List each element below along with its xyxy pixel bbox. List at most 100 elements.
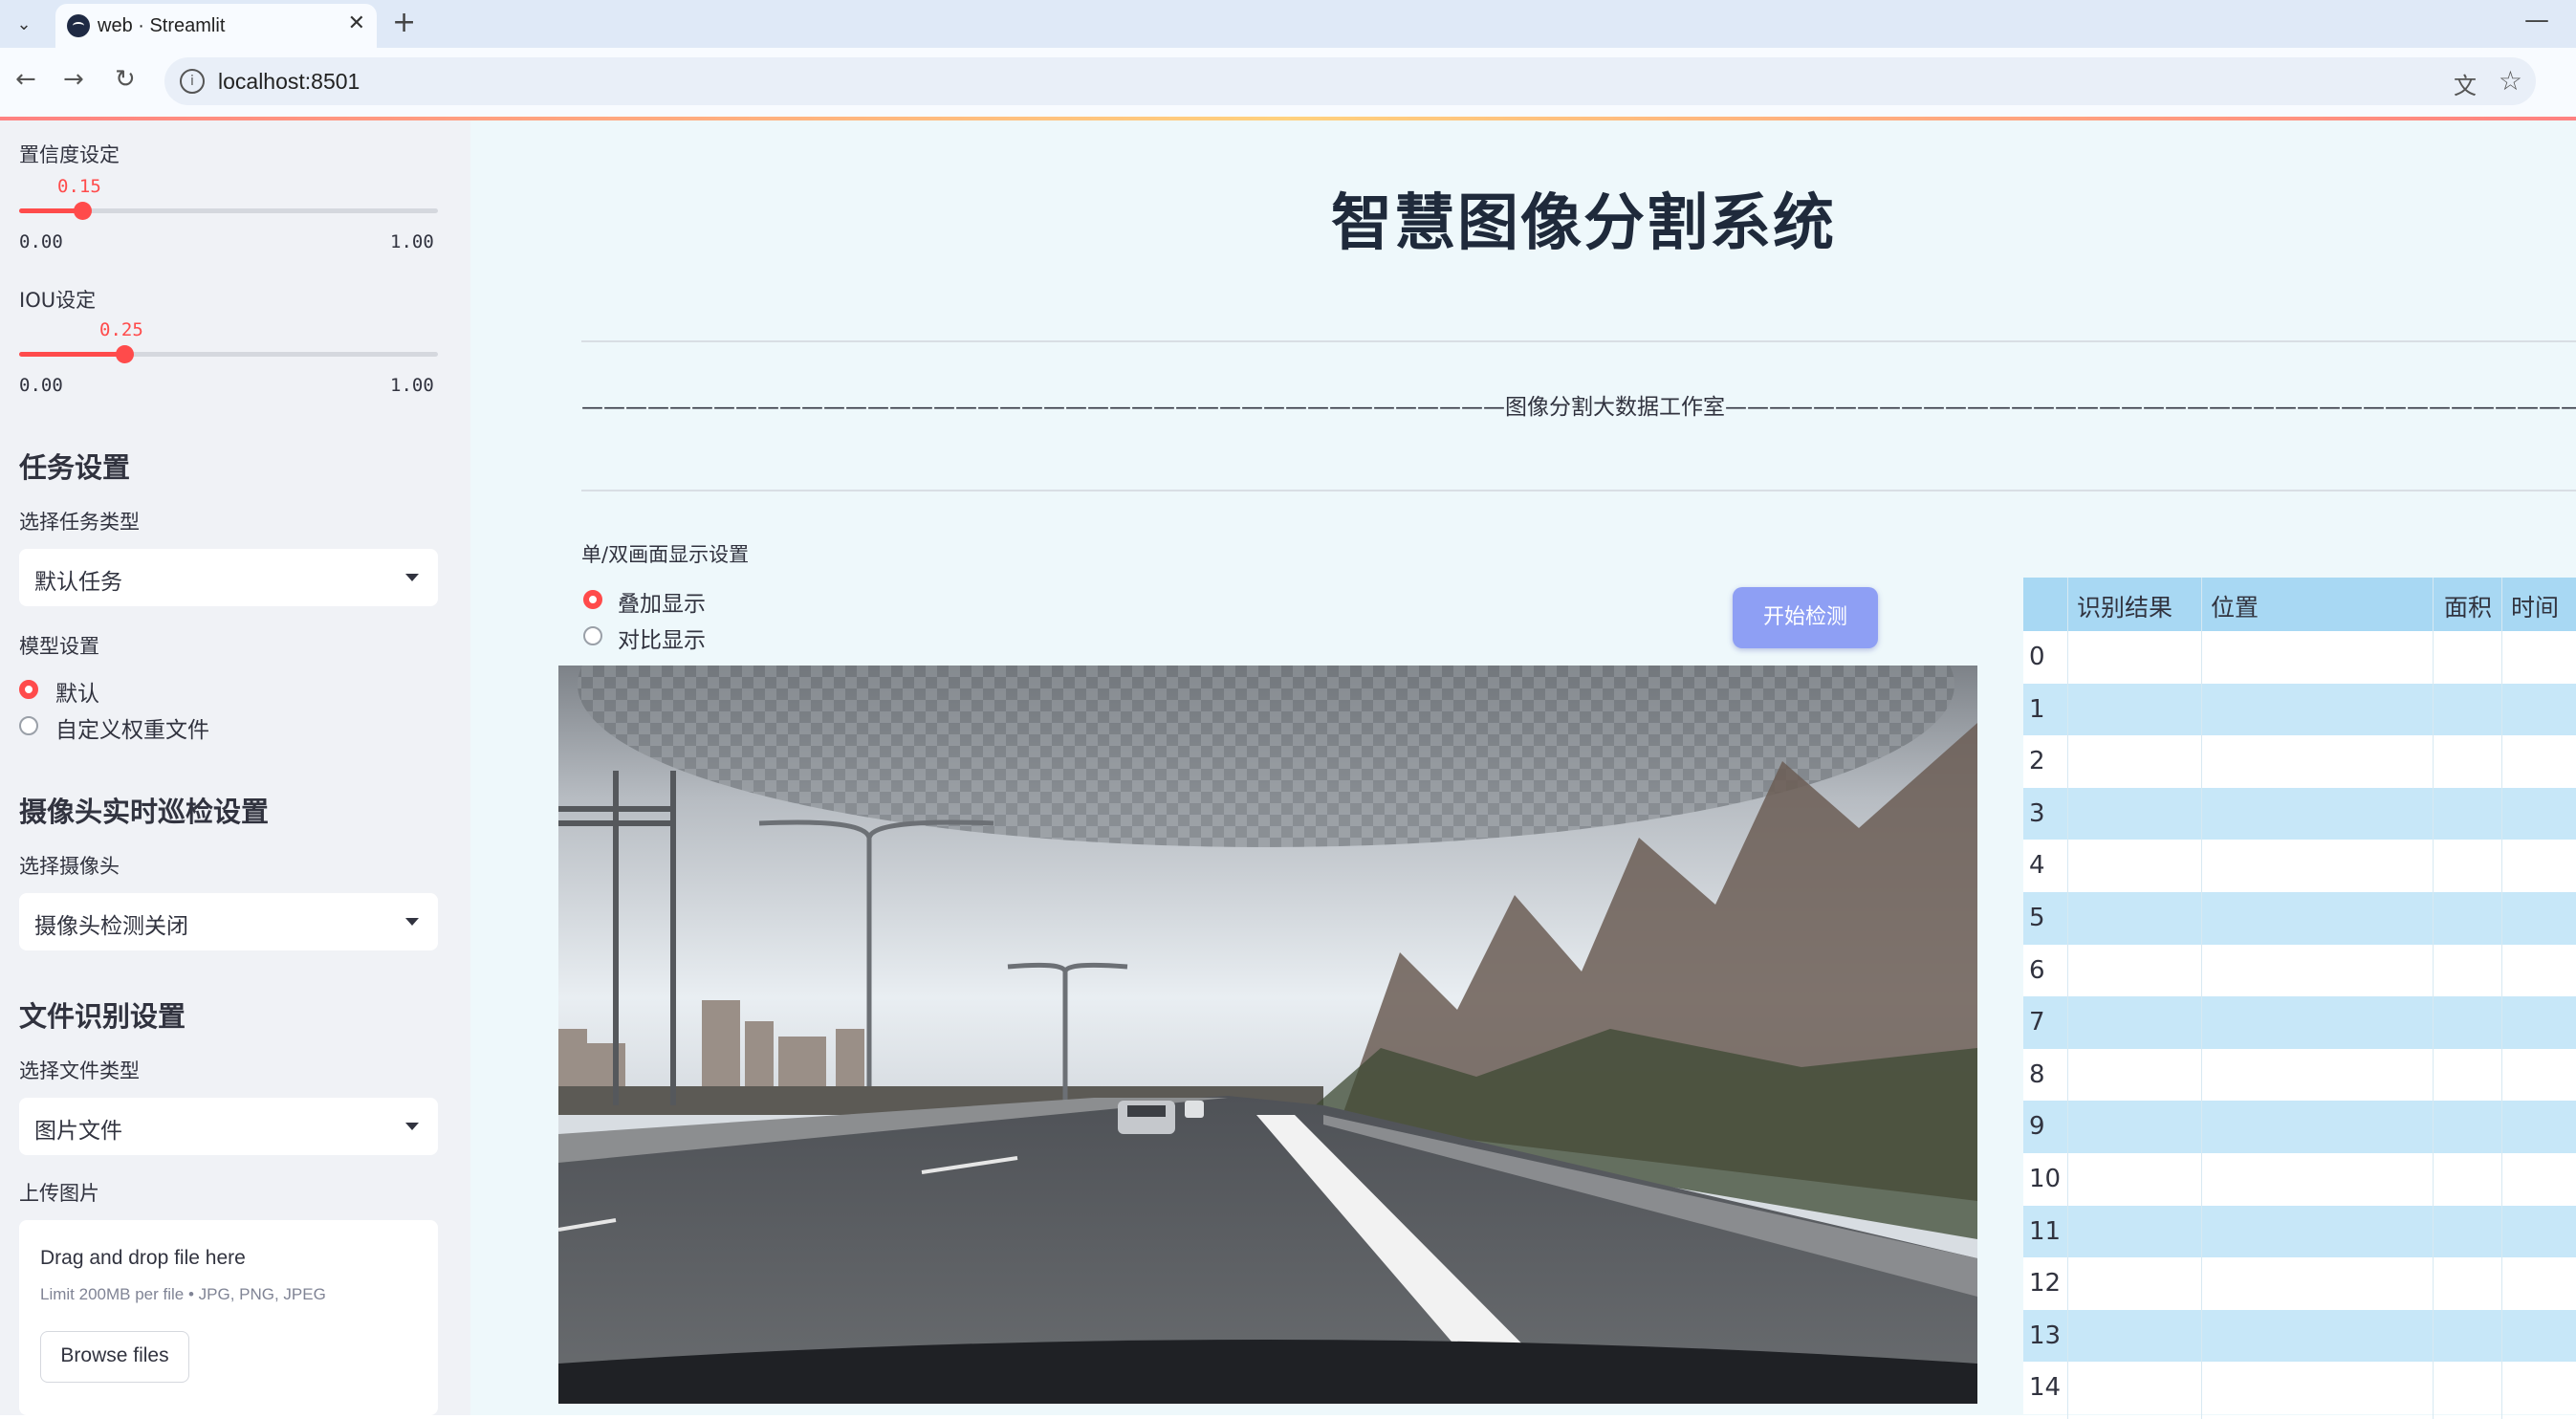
confidence-slider-fill — [19, 208, 82, 213]
chevron-down-icon — [405, 918, 419, 926]
table-row[interactable]: 9 — [2023, 1101, 2576, 1154]
table-row[interactable]: 12 — [2023, 1257, 2576, 1311]
column-header-position[interactable]: 位置 — [2211, 589, 2259, 623]
road-scene-illustration — [558, 666, 1977, 1404]
table-row[interactable]: 1 — [2023, 683, 2576, 736]
table-row[interactable]: 14 — [2023, 1362, 2576, 1415]
row-index: 0 — [2029, 643, 2045, 671]
browse-files-button[interactable]: Browse files — [40, 1331, 189, 1383]
file-type-select[interactable]: 图片文件 — [19, 1098, 438, 1155]
iou-min: 0.00 — [19, 375, 63, 396]
table-row[interactable]: 13 — [2023, 1309, 2576, 1363]
radio-selected-icon[interactable] — [19, 680, 38, 699]
confidence-slider[interactable] — [19, 202, 438, 220]
model-option-label: 自定义权重文件 — [55, 718, 209, 743]
address-bar: ← → ↻ i localhost:8501 文 ☆ — [0, 48, 2576, 117]
url-field[interactable]: i localhost:8501 文 ☆ — [164, 57, 2536, 105]
file-type-selected: 图片文件 — [34, 1119, 122, 1144]
iou-slider-thumb[interactable] — [115, 345, 134, 363]
new-tab-plus-icon[interactable]: + — [392, 6, 416, 39]
confidence-value: 0.15 — [57, 176, 101, 197]
task-type-selected: 默认任务 — [34, 570, 122, 595]
table-row[interactable]: 11 — [2023, 1205, 2576, 1258]
camera-select[interactable]: 摄像头检测关闭 — [19, 893, 438, 950]
minimize-window-icon[interactable]: — — [2524, 6, 2549, 34]
display-option-label: 对比显示 — [618, 628, 706, 653]
table-row[interactable]: 7 — [2023, 996, 2576, 1050]
row-index: 6 — [2029, 955, 2045, 985]
row-index: 1 — [2029, 694, 2045, 724]
main-content: 智慧图像分割系统 ———————————————————————————————… — [470, 120, 2576, 1419]
back-icon[interactable]: ← — [15, 65, 36, 94]
row-index: 2 — [2029, 747, 2045, 776]
detection-image — [558, 666, 1977, 1404]
table-row[interactable]: 5 — [2023, 892, 2576, 945]
row-index: 4 — [2029, 851, 2045, 881]
model-settings-label: 模型设置 — [19, 635, 99, 658]
confidence-slider-thumb[interactable] — [73, 202, 92, 220]
table-row[interactable]: 2 — [2023, 735, 2576, 789]
camera-settings-heading: 摄像头实时巡检设置 — [19, 796, 270, 828]
table-row[interactable]: 3 — [2023, 787, 2576, 840]
iou-value: 0.25 — [99, 319, 143, 340]
divider — [581, 490, 2576, 491]
row-index: 5 — [2029, 904, 2045, 932]
file-dropzone[interactable]: Drag and drop file here Limit 200MB per … — [19, 1220, 438, 1415]
radio-selected-icon[interactable] — [583, 590, 602, 609]
table-row[interactable]: 10 — [2023, 1153, 2576, 1206]
browser-tab-bar: ⌄ web · Streamlit ✕ + — — [0, 0, 2576, 48]
radio-unselected-icon[interactable] — [19, 716, 38, 735]
tab-search-chevron-down-icon[interactable]: ⌄ — [8, 8, 40, 40]
bookmark-star-icon[interactable]: ☆ — [2499, 65, 2522, 97]
reload-icon[interactable]: ↻ — [115, 65, 136, 94]
translate-icon[interactable]: 文 — [2454, 67, 2477, 100]
row-index: 3 — [2029, 798, 2045, 828]
table-row[interactable]: 0 — [2023, 631, 2576, 684]
row-index: 8 — [2029, 1059, 2045, 1089]
column-divider — [2433, 578, 2434, 1419]
column-divider — [2501, 578, 2502, 1419]
column-divider — [2201, 578, 2202, 1419]
confidence-min: 0.00 — [19, 231, 63, 252]
row-index: 7 — [2029, 1008, 2045, 1037]
row-index: 10 — [2029, 1165, 2062, 1193]
iou-slider-fill — [19, 352, 124, 357]
task-settings-heading: 任务设置 — [19, 451, 131, 484]
dropzone-limit: Limit 200MB per file • JPG, PNG, JPEG — [40, 1285, 326, 1303]
camera-select-label: 选择摄像头 — [19, 855, 120, 878]
model-option-label: 默认 — [55, 682, 99, 707]
iou-max: 1.00 — [390, 375, 434, 396]
column-header-time[interactable]: 时间 — [2511, 589, 2559, 623]
url-text[interactable]: localhost:8501 — [218, 69, 360, 95]
radio-unselected-icon[interactable] — [583, 626, 602, 645]
file-type-label: 选择文件类型 — [19, 1059, 140, 1082]
column-header-area[interactable]: 面积 — [2444, 589, 2492, 623]
forward-icon[interactable]: → — [63, 65, 84, 94]
site-info-icon[interactable]: i — [180, 69, 205, 94]
column-header-result[interactable]: 识别结果 — [2077, 589, 2172, 623]
iou-slider[interactable] — [19, 345, 438, 363]
chevron-down-icon — [405, 1123, 419, 1130]
start-detection-button[interactable]: 开始检测 — [1733, 587, 1878, 648]
display-mode-label: 单/双画面显示设置 — [581, 543, 750, 566]
confidence-label: 置信度设定 — [19, 143, 120, 166]
table-row[interactable]: 6 — [2023, 944, 2576, 997]
results-table-header: 识别结果 位置 面积 时间 — [2023, 578, 2576, 631]
tab-title: web · Streamlit — [98, 15, 226, 36]
divider — [581, 340, 2576, 342]
browser-tab[interactable]: web · Streamlit ✕ — [55, 4, 377, 48]
file-settings-heading: 文件识别设置 — [19, 1000, 186, 1033]
task-type-select[interactable]: 默认任务 — [19, 549, 438, 606]
row-index: 13 — [2029, 1321, 2062, 1350]
page-title: 智慧图像分割系统 — [1331, 188, 1836, 259]
upload-image-label: 上传图片 — [19, 1182, 99, 1205]
row-index: 9 — [2029, 1112, 2045, 1142]
close-tab-icon[interactable]: ✕ — [348, 11, 365, 35]
row-index: 12 — [2029, 1269, 2062, 1299]
iou-label: IOU设定 — [19, 289, 97, 312]
task-type-label: 选择任务类型 — [19, 511, 140, 534]
camera-selected: 摄像头检测关闭 — [34, 914, 188, 939]
table-row[interactable]: 8 — [2023, 1048, 2576, 1102]
chevron-down-icon — [405, 574, 419, 581]
table-row[interactable]: 4 — [2023, 840, 2576, 893]
